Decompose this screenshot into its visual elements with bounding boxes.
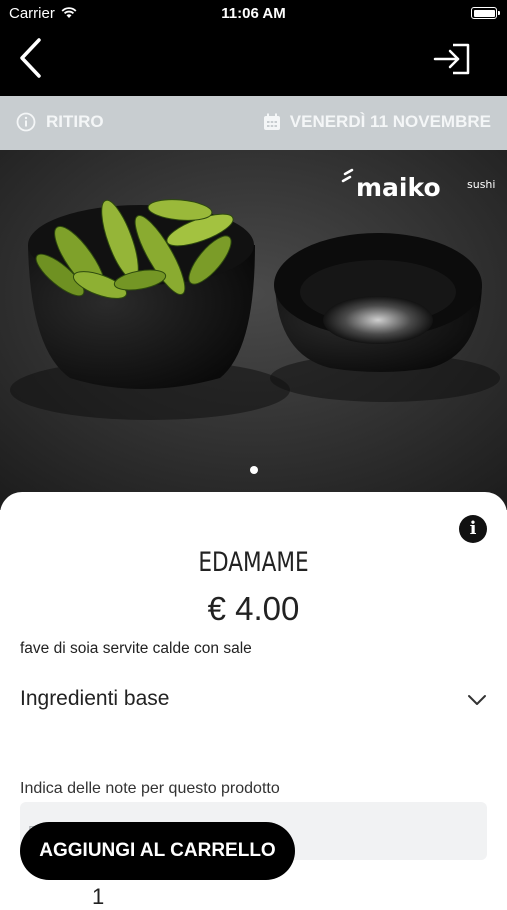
- ingredients-toggle[interactable]: Ingredienti base: [20, 687, 487, 719]
- add-to-cart-button[interactable]: AGGIUNGI AL CARRELLO: [20, 822, 295, 880]
- brand-suffix: sushi: [467, 178, 495, 191]
- clock: 11:06 AM: [221, 5, 286, 22]
- info-circle-icon: [16, 112, 36, 132]
- notes-label: Indica delle note per questo prodotto: [20, 780, 280, 797]
- product-description: fave di soia servite calde con sale: [20, 640, 252, 657]
- brand-name: maiko: [356, 173, 441, 202]
- product-price: € 4.00: [207, 590, 300, 627]
- chevron-left-icon: [20, 38, 41, 78]
- carousel-dot[interactable]: [250, 466, 258, 474]
- login-button[interactable]: [433, 42, 473, 78]
- login-icon: [433, 43, 470, 75]
- status-bar: Carrier 11:06 AM: [0, 0, 507, 28]
- back-button[interactable]: [14, 36, 50, 80]
- pickup-label: RITIRO: [46, 112, 104, 131]
- nav-bar: [0, 28, 507, 96]
- date-selector[interactable]: VENERDÌ 11 NOVEMBRE: [262, 112, 491, 132]
- order-info-bar: RITIRO VENERDÌ 11 NOVEMBRE: [0, 96, 507, 150]
- product-image-carousel[interactable]: maiko sushi: [0, 150, 507, 510]
- date-label: VENERDÌ 11 NOVEMBRE: [289, 112, 491, 131]
- pickup-selector[interactable]: RITIRO: [16, 112, 104, 132]
- ingredients-label: Ingredienti base: [20, 687, 170, 710]
- quantity-value: 1: [92, 884, 105, 909]
- info-button[interactable]: i: [459, 515, 487, 543]
- calendar-icon: [263, 113, 280, 130]
- product-name: EDAMAME: [198, 547, 309, 578]
- product-photo: maiko sushi: [0, 150, 507, 510]
- info-icon: i: [469, 518, 477, 539]
- chevron-down-icon: [468, 695, 486, 705]
- battery-icon: [471, 7, 500, 19]
